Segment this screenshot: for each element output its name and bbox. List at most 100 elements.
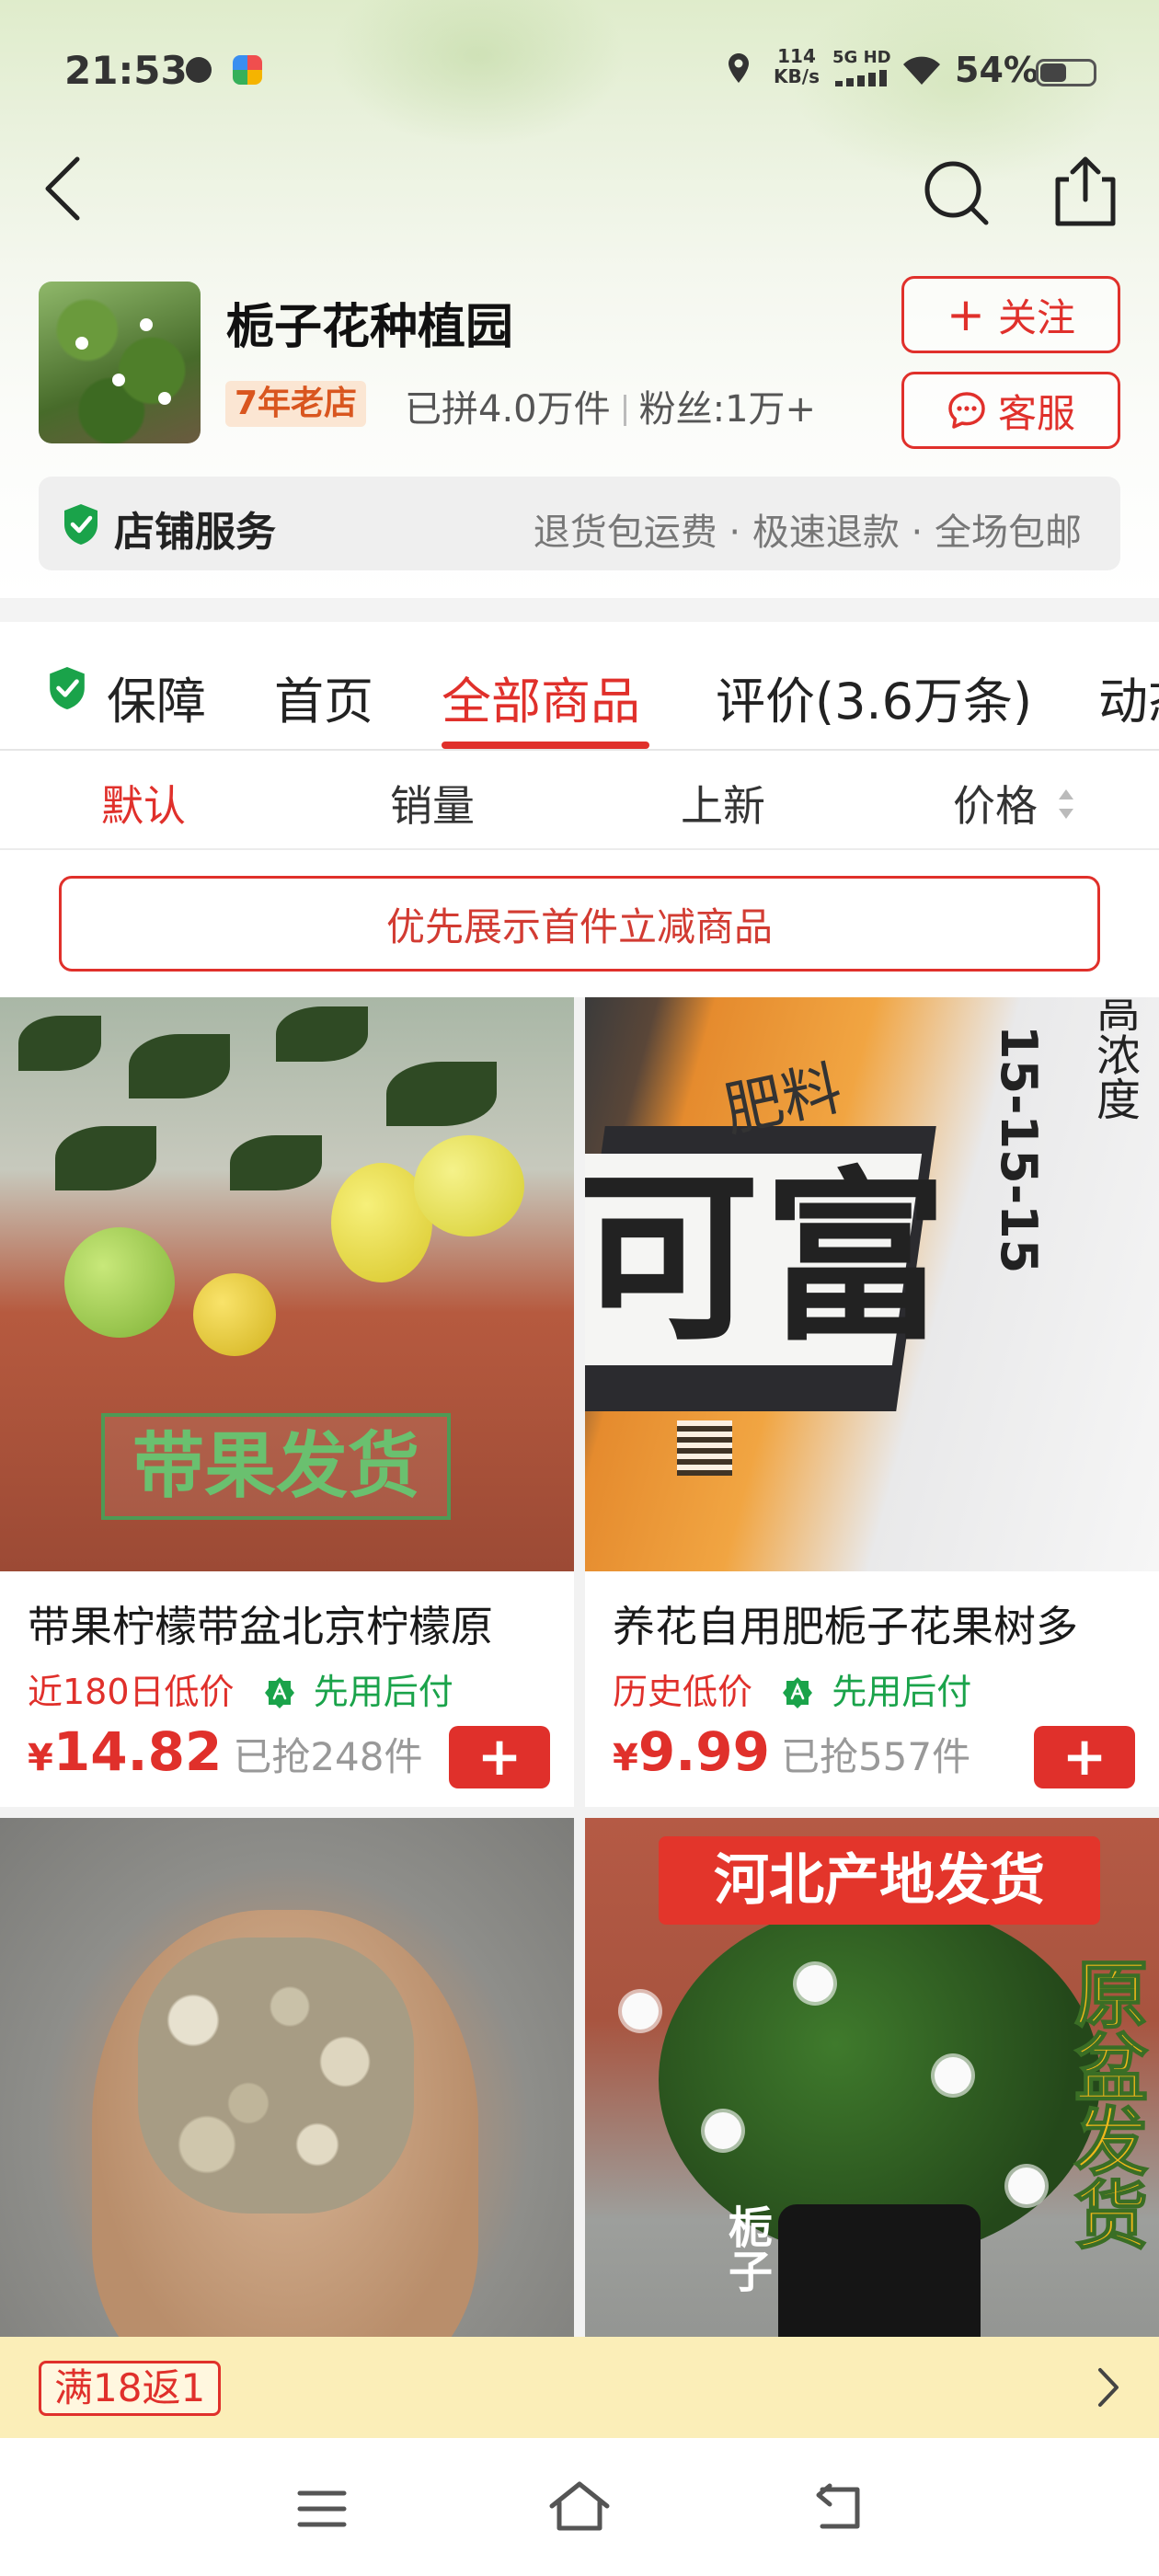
service-bar-items: 退货包运费 · 极速退款 · 全场包邮: [533, 512, 1082, 554]
price-value: 14.82: [52, 1720, 223, 1783]
flower-dot: [140, 318, 153, 331]
shop-sold-count: 已拼4.0万件: [405, 388, 611, 431]
system-navigation-bar: [0, 2438, 1159, 2576]
pay-later-tag: 先用后付: [832, 1672, 972, 1712]
flower-dot: [797, 1965, 833, 2002]
leaf-shape: [230, 1135, 322, 1190]
battery-percent: 54%: [955, 50, 1039, 90]
flower-dot: [705, 2112, 741, 2149]
chevron-left-icon[interactable]: [37, 152, 92, 225]
tab-reviews[interactable]: 评价(3.6万条): [716, 661, 1032, 733]
lemon-shape: [414, 1135, 524, 1236]
lime-shape: [64, 1227, 175, 1338]
status-time: 21:53: [64, 48, 188, 93]
product-price: ¥14.82 已抢248件: [28, 1720, 422, 1783]
follow-label: 关注: [997, 294, 1075, 340]
flower-dot: [1008, 2168, 1045, 2204]
product-image[interactable]: [0, 1818, 574, 2340]
plus-icon: +: [947, 288, 985, 341]
pay-later-tag: 先用后付: [313, 1672, 453, 1712]
section-divider: [0, 598, 1159, 622]
signal-label: 5G HD: [832, 48, 891, 67]
sort-new[interactable]: 上新: [681, 773, 765, 834]
network-speed: 114 KB/s: [771, 46, 822, 86]
product-card[interactable]: 带果发货 带果柠檬带盆北京柠檬原 近180日低价 先用后付 ¥14.82 已抢24…: [0, 997, 574, 1807]
tab-updates[interactable]: 动态: [1098, 661, 1159, 733]
product-title[interactable]: 养花自用肥栀子花果树多: [613, 1593, 1146, 1654]
shop-service-bar[interactable]: 店铺服务 退货包运费 · 极速退款 · 全场包邮: [39, 477, 1120, 570]
add-to-cart-button[interactable]: +: [449, 1726, 550, 1788]
sort-bar: 默认 销量 上新 价格: [0, 751, 1159, 850]
tab-guarantee[interactable]: 保障: [107, 661, 206, 733]
follow-button[interactable]: + 关注: [901, 276, 1120, 353]
flower-dot: [622, 1993, 659, 2030]
product-tags: 历史低价 先用后付: [613, 1663, 971, 1714]
pebbles-shape: [138, 1938, 414, 2214]
lemon-shape: [193, 1273, 276, 1356]
back-icon[interactable]: [809, 2482, 865, 2534]
signal-bars-icon: [835, 70, 890, 86]
leaf-shape: [386, 1062, 497, 1126]
location-icon: [729, 53, 749, 83]
shop-avatar[interactable]: [39, 282, 201, 443]
product-card[interactable]: [0, 1818, 574, 2340]
chat-bubble-icon: [948, 392, 985, 429]
product-image[interactable]: 河北产地发货 原盆发货 栀子: [585, 1818, 1159, 2340]
customer-service-button[interactable]: 客服: [901, 372, 1120, 449]
shield-check-icon: [50, 667, 85, 709]
coupon-bar[interactable]: 满18返1: [0, 2337, 1159, 2438]
low-price-tag: 近180日低价: [28, 1672, 235, 1712]
sort-sales[interactable]: 销量: [390, 773, 475, 834]
tab-home[interactable]: 首页: [274, 661, 373, 733]
sold-count: 已抢248件: [233, 1734, 423, 1779]
app-notification-icon: [233, 55, 262, 85]
plant-pot: [778, 2204, 981, 2340]
leaf-shape: [18, 1016, 101, 1071]
image-pot-text: 栀子: [720, 2204, 772, 2293]
bag-formula-text: 15-15-15: [990, 1025, 1048, 1274]
battery-level: [1040, 63, 1067, 82]
service-bar-title: 店铺服务: [114, 509, 276, 556]
status-bar: 21:53 114 KB/s 5G HD 54%: [0, 0, 1159, 138]
qr-code-graphic: [677, 1420, 732, 1476]
menu-icon[interactable]: [294, 2486, 350, 2532]
network-speed-unit: KB/s: [774, 65, 820, 87]
shop-tabs: 保障 首页 全部商品 评价(3.6万条) 动态: [0, 622, 1159, 751]
leaf-shape: [276, 1006, 368, 1062]
shield-check-icon: [64, 504, 98, 545]
currency-symbol: ¥: [28, 1737, 53, 1779]
product-title[interactable]: 带果柠檬带盆北京柠檬原: [28, 1593, 561, 1654]
coupon-tag: 满18返1: [39, 2361, 222, 2416]
shop-name: 栀子花种植园: [226, 300, 514, 355]
customer-service-label: 客服: [997, 390, 1075, 436]
product-card[interactable]: 可富 肥料 15-15-15 高浓度 养花自用肥栀子花果树多 历史低价 先用后付…: [585, 997, 1159, 1807]
product-image[interactable]: 带果发货: [0, 997, 574, 1571]
search-icon[interactable]: [920, 156, 993, 230]
leaf-shape: [129, 1034, 230, 1098]
pay-later-icon: [783, 1677, 813, 1708]
chevron-right-icon: [1098, 2368, 1119, 2407]
sort-price[interactable]: 价格: [953, 773, 1038, 834]
image-side-text: 原盆发货: [1061, 1955, 1149, 2251]
currency-symbol: ¥: [613, 1737, 638, 1779]
product-card[interactable]: 河北产地发货 原盆发货 栀子: [585, 1818, 1159, 2340]
home-icon[interactable]: [546, 2478, 613, 2534]
add-to-cart-button[interactable]: +: [1034, 1726, 1135, 1788]
tab-all-products[interactable]: 全部商品: [442, 661, 640, 733]
wifi-icon: [903, 56, 940, 85]
network-speed-value: 114: [777, 45, 816, 67]
low-price-tag: 历史低价: [613, 1672, 753, 1712]
battery-icon: [1036, 59, 1096, 86]
image-caption: 带果发货: [101, 1413, 451, 1520]
product-image[interactable]: 可富 肥料 15-15-15 高浓度: [585, 997, 1159, 1571]
flower-dot: [75, 337, 88, 350]
bag-brand-text: 可富: [585, 1152, 952, 1366]
first-item-discount-filter[interactable]: 优先展示首件立减商品: [59, 876, 1100, 972]
shop-age-badge: 7年老店: [225, 381, 367, 427]
product-tags: 近180日低价 先用后付: [28, 1663, 453, 1714]
image-banner: 河北产地发货: [659, 1836, 1100, 1925]
share-icon[interactable]: [1049, 152, 1122, 230]
sort-default[interactable]: 默认: [101, 773, 186, 834]
flower-dot: [158, 392, 171, 405]
sort-arrows-icon: [1059, 789, 1073, 819]
